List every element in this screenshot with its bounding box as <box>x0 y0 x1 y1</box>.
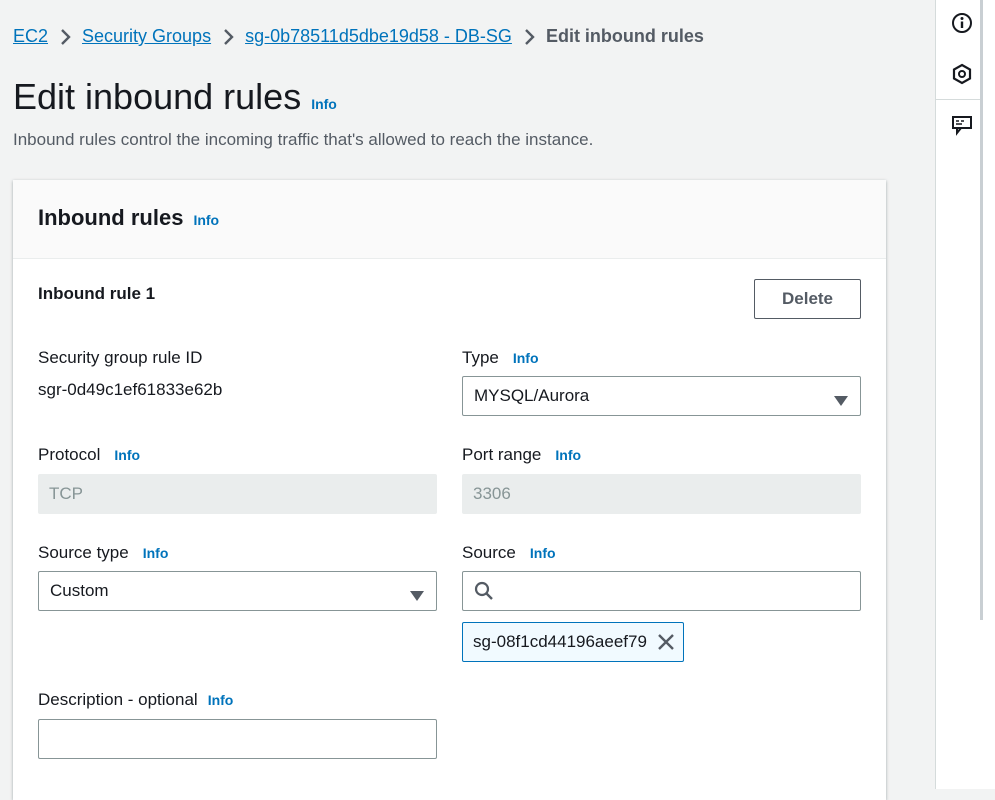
source-token-label: sg-08f1cd44196aeef79 <box>473 632 647 651</box>
port-range-label-text: Port range <box>462 445 542 464</box>
source-label-text: Source <box>462 543 516 562</box>
type-label: Type Info <box>462 348 539 368</box>
protocol-label-text: Protocol <box>38 445 101 464</box>
source-info-link[interactable]: Info <box>530 545 556 561</box>
caret-down-icon <box>410 586 424 606</box>
breadcrumb: EC2 Security Groups sg-0b78511d5dbe19d58… <box>13 26 704 47</box>
type-label-text: Type <box>462 348 499 367</box>
inbound-rules-card: Inbound rules Info Inbound rule 1 Delete… <box>13 180 886 800</box>
close-icon[interactable] <box>657 633 675 651</box>
card-info-link[interactable]: Info <box>193 212 219 228</box>
chevron-right-icon <box>211 28 245 46</box>
source-search-input[interactable] <box>462 571 861 611</box>
card-title-text: Inbound rules <box>38 205 184 230</box>
source-type-label: Source type Info <box>38 543 168 563</box>
protocol-label: Protocol Info <box>38 445 140 465</box>
source-type-select-value: Custom <box>50 581 109 600</box>
description-label-text: Description - optional <box>38 690 198 709</box>
main-content: EC2 Security Groups sg-0b78511d5dbe19d58… <box>0 0 935 800</box>
caret-down-icon <box>834 391 848 411</box>
page-header: Edit inbound rules Info <box>13 76 337 118</box>
chevron-right-icon <box>512 28 546 46</box>
feedback-icon[interactable] <box>948 111 976 139</box>
rule-title: Inbound rule 1 <box>38 284 156 303</box>
port-range-label: Port range Info <box>462 445 581 465</box>
source-type-select[interactable]: Custom <box>38 571 437 611</box>
chevron-right-icon <box>48 28 82 46</box>
hexagon-settings-icon[interactable] <box>948 60 976 88</box>
sg-rule-id-label-text: Security group rule ID <box>38 348 203 367</box>
breadcrumb-ec2[interactable]: EC2 <box>13 26 48 47</box>
sg-rule-id-value: sgr-0d49c1ef61833e62b <box>38 380 223 399</box>
delete-button[interactable]: Delete <box>754 279 861 319</box>
breadcrumb-current: Edit inbound rules <box>545 26 704 46</box>
page-description: Inbound rules control the incoming traff… <box>13 130 594 149</box>
breadcrumb-security-groups[interactable]: Security Groups <box>82 26 211 47</box>
page-title: Edit inbound rules <box>13 76 302 117</box>
protocol-field: TCP <box>38 474 437 514</box>
source-type-label-text: Source type <box>38 543 129 562</box>
card-title: Inbound rules Info <box>38 205 219 231</box>
description-info-link[interactable]: Info <box>208 692 234 708</box>
protocol-info-link[interactable]: Info <box>114 447 140 463</box>
rightbar-divider <box>936 99 980 100</box>
port-range-info-link[interactable]: Info <box>555 447 581 463</box>
description-label: Description - optional Info <box>38 690 233 710</box>
type-select-value: MYSQL/Aurora <box>474 386 590 405</box>
scrollbar[interactable] <box>980 0 983 620</box>
description-input[interactable] <box>38 719 437 759</box>
type-select[interactable]: MYSQL/Aurora <box>462 376 861 416</box>
info-circle-icon[interactable] <box>948 9 976 37</box>
right-utility-bar <box>935 0 995 789</box>
port-range-field: 3306 <box>462 474 861 514</box>
source-type-info-link[interactable]: Info <box>143 545 169 561</box>
type-info-link[interactable]: Info <box>513 350 539 366</box>
sg-rule-id-label: Security group rule ID <box>38 348 202 368</box>
page-info-link[interactable]: Info <box>311 96 337 112</box>
source-label: Source Info <box>462 543 556 563</box>
source-token: sg-08f1cd44196aeef79 <box>462 622 684 662</box>
card-header: Inbound rules Info <box>13 180 886 259</box>
search-icon <box>474 581 494 601</box>
breadcrumb-security-group[interactable]: sg-0b78511d5dbe19d58 - DB-SG <box>245 26 512 47</box>
